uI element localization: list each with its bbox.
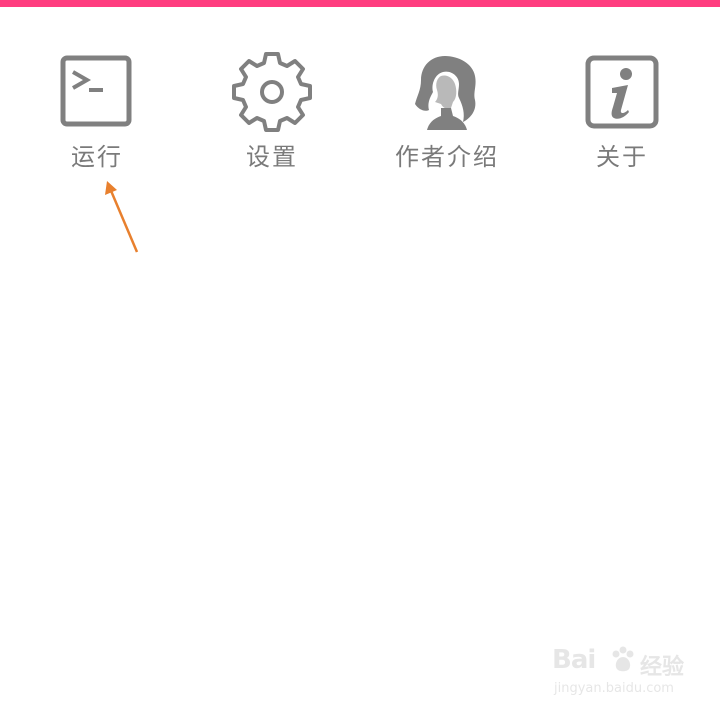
top-accent-bar: [0, 0, 720, 7]
paw-icon: [608, 645, 638, 675]
annotation-arrow: [105, 181, 139, 253]
menu-item-label: 关于: [596, 143, 648, 171]
gear-icon: [232, 52, 312, 132]
menu-item-label: 作者介绍: [395, 143, 499, 171]
menu-item-author[interactable]: 作者介绍: [372, 52, 522, 177]
woman-portrait-icon: [407, 52, 487, 132]
info-icon: [582, 52, 662, 132]
menu-item-run[interactable]: 运行: [22, 52, 172, 177]
watermark: Bai 经验 jingyan.baidu.com: [552, 645, 692, 705]
terminal-icon: [57, 52, 137, 132]
watermark-brand-cn: 经验: [640, 655, 685, 680]
menu-item-settings[interactable]: 设置: [197, 52, 347, 177]
menu-item-label: 设置: [246, 143, 298, 171]
menu-item-about[interactable]: 关于: [547, 52, 697, 177]
watermark-brand: Bai: [552, 645, 596, 675]
menu-item-label: 运行: [71, 143, 123, 171]
watermark-url: jingyan.baidu.com: [554, 681, 674, 696]
